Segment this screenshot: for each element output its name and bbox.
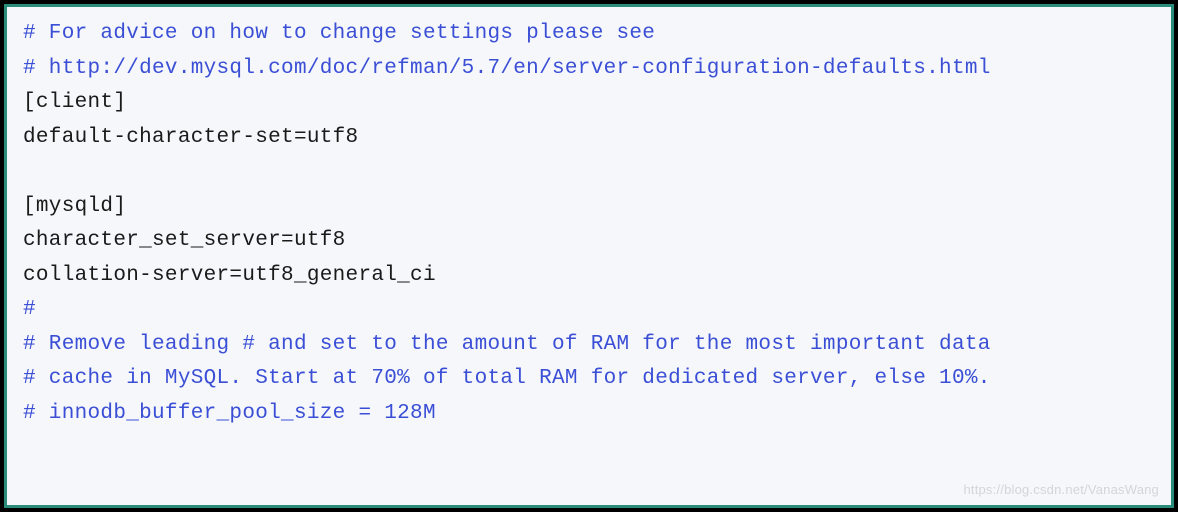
code-line: default-character-set=utf8 [23, 121, 1155, 156]
code-line: # [23, 293, 1155, 328]
code-block-border: # For advice on how to change settings p… [4, 4, 1174, 508]
code-line: [mysqld] [23, 190, 1155, 225]
code-line: collation-server=utf8_general_ci [23, 259, 1155, 294]
code-line: # For advice on how to change settings p… [23, 17, 1155, 52]
code-line: # innodb_buffer_pool_size = 128M [23, 397, 1155, 432]
code-block: # For advice on how to change settings p… [7, 7, 1171, 505]
code-line: # cache in MySQL. Start at 70% of total … [23, 362, 1155, 397]
blank-line [23, 155, 1155, 190]
watermark: https://blog.csdn.net/VanasWang [963, 482, 1159, 497]
code-line: [client] [23, 86, 1155, 121]
code-line: # Remove leading # and set to the amount… [23, 328, 1155, 363]
code-line: character_set_server=utf8 [23, 224, 1155, 259]
code-line: # http://dev.mysql.com/doc/refman/5.7/en… [23, 52, 1155, 87]
